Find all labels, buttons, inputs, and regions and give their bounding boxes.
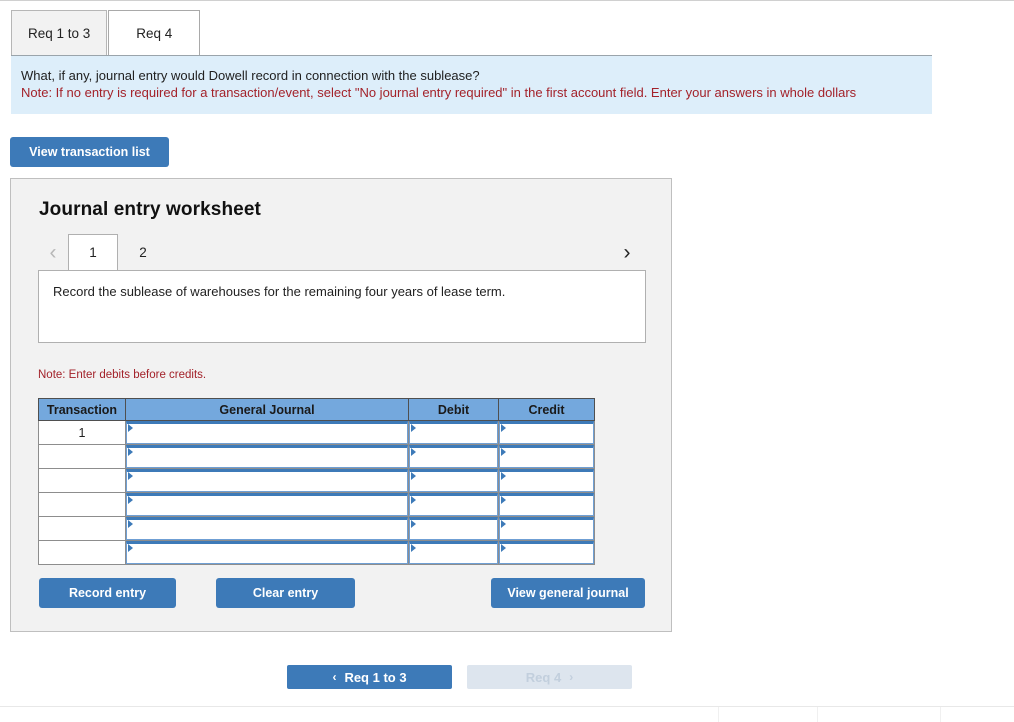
debit-input-cell[interactable] <box>408 492 499 517</box>
debit-input-4[interactable] <box>409 493 498 516</box>
entry-tab-2-label: 2 <box>139 244 147 260</box>
clear-entry-button[interactable]: Clear entry <box>216 578 355 608</box>
account-select-cell[interactable] <box>125 420 409 445</box>
account-select-cell[interactable] <box>125 540 409 565</box>
credit-input-3[interactable] <box>499 469 594 492</box>
debit-input-cell[interactable] <box>408 540 499 565</box>
page-title: Journal entry worksheet <box>39 199 261 220</box>
table-row <box>38 492 595 517</box>
page-top-divider <box>0 0 1014 1</box>
credit-input-cell[interactable] <box>498 420 595 445</box>
instruction-banner: What, if any, journal entry would Dowell… <box>11 55 932 114</box>
bottom-cell <box>0 707 718 722</box>
bottom-cell <box>717 707 817 722</box>
instruction-note: Note: If no entry is required for a tran… <box>21 85 857 100</box>
journal-entry-worksheet-panel: Journal entry worksheet ‹ 1 2 › Record t… <box>10 178 672 632</box>
instruction-question: What, if any, journal entry would Dowell… <box>21 68 480 83</box>
debit-input-3[interactable] <box>409 469 498 492</box>
debit-input-cell[interactable] <box>408 420 499 445</box>
debit-input-cell[interactable] <box>408 516 499 541</box>
debit-input-6[interactable] <box>409 541 498 564</box>
column-header-transaction: Transaction <box>38 398 126 421</box>
chevron-left-icon: ‹ <box>332 670 337 684</box>
pager-prev-req-1-to-3[interactable]: ‹ Req 1 to 3 <box>287 665 452 689</box>
account-select-cell[interactable] <box>125 516 409 541</box>
pager-next-label: Req 4 <box>525 669 562 685</box>
debit-input-cell[interactable] <box>408 444 499 469</box>
tab-req-4-label: Req 4 <box>136 25 173 41</box>
table-row <box>38 444 595 469</box>
credit-input-2[interactable] <box>499 445 594 468</box>
requirement-pager: ‹ Req 1 to 3 Req 4 › <box>287 665 632 689</box>
chevron-right-icon: › <box>569 670 574 684</box>
pager-prev-label: Req 1 to 3 <box>344 669 407 685</box>
column-header-credit: Credit <box>498 398 595 421</box>
journal-entry-table: Transaction General Journal Debit Credit… <box>38 398 595 565</box>
account-select-5[interactable] <box>126 517 408 540</box>
entry-tab-2[interactable]: 2 <box>118 234 168 270</box>
transaction-number-cell <box>38 540 126 565</box>
bottom-cell <box>940 707 1014 722</box>
account-select-cell[interactable] <box>125 468 409 493</box>
bottom-cell <box>816 707 941 722</box>
table-row <box>38 468 595 493</box>
debit-input-2[interactable] <box>409 445 498 468</box>
transaction-number-cell <box>38 444 126 469</box>
table-row <box>38 516 595 541</box>
tab-req-1-to-3-label: Req 1 to 3 <box>28 25 91 41</box>
next-entry-arrow-icon[interactable]: › <box>612 234 642 270</box>
record-entry-button[interactable]: Record entry <box>39 578 176 608</box>
table-row <box>38 540 595 565</box>
debit-input-cell[interactable] <box>408 468 499 493</box>
credit-input-cell[interactable] <box>498 540 595 565</box>
entry-tab-1[interactable]: 1 <box>68 234 118 271</box>
column-header-debit: Debit <box>408 398 499 421</box>
debits-before-credits-note: Note: Enter debits before credits. <box>38 369 207 381</box>
account-select-3[interactable] <box>126 469 408 492</box>
transaction-number-cell <box>38 468 126 493</box>
account-select-4[interactable] <box>126 493 408 516</box>
credit-input-cell[interactable] <box>498 444 595 469</box>
prev-entry-arrow-icon[interactable]: ‹ <box>38 234 68 270</box>
table-header-row: Transaction General Journal Debit Credit <box>38 398 595 421</box>
column-header-general-journal: General Journal <box>125 398 409 421</box>
credit-input-cell[interactable] <box>498 468 595 493</box>
tab-req-1-to-3[interactable]: Req 1 to 3 <box>11 10 108 55</box>
pager-next-req-4: Req 4 › <box>467 665 632 689</box>
debit-input-5[interactable] <box>409 517 498 540</box>
account-select-6[interactable] <box>126 541 408 564</box>
account-select-2[interactable] <box>126 445 408 468</box>
view-transaction-list-button[interactable]: View transaction list <box>10 137 169 167</box>
requirement-tabs: Req 1 to 3 Req 4 <box>11 9 201 55</box>
tab-req-4[interactable]: Req 4 <box>108 10 201 55</box>
transaction-number-cell <box>38 492 126 517</box>
entry-description-box: Record the sublease of warehouses for th… <box>38 270 646 343</box>
page-bottom-partial-table <box>0 707 1014 722</box>
account-select-cell[interactable] <box>125 444 409 469</box>
view-general-journal-button[interactable]: View general journal <box>491 578 645 608</box>
credit-input-6[interactable] <box>499 541 594 564</box>
account-select-1[interactable] <box>126 421 408 444</box>
transaction-number-cell: 1 <box>38 420 126 445</box>
account-select-cell[interactable] <box>125 492 409 517</box>
entry-description-text: Record the sublease of warehouses for th… <box>53 284 506 299</box>
credit-input-cell[interactable] <box>498 492 595 517</box>
table-row: 1 <box>38 420 595 445</box>
credit-input-1[interactable] <box>499 421 594 444</box>
entry-tab-1-label: 1 <box>89 245 97 260</box>
transaction-number-cell <box>38 516 126 541</box>
credit-input-cell[interactable] <box>498 516 595 541</box>
debit-input-1[interactable] <box>409 421 498 444</box>
journal-entry-tabs: ‹ 1 2 › <box>38 234 646 271</box>
credit-input-4[interactable] <box>499 493 594 516</box>
credit-input-5[interactable] <box>499 517 594 540</box>
